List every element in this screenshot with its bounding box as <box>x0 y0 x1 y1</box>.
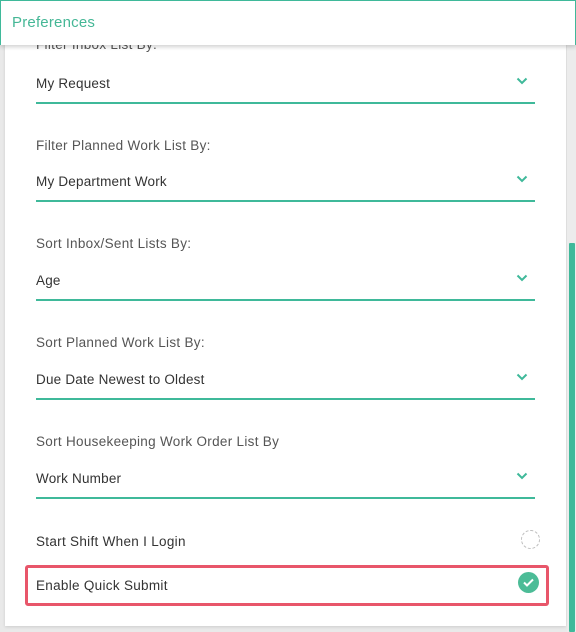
chevron-down-icon <box>516 274 528 282</box>
start-shift-checkbox[interactable] <box>521 530 540 549</box>
sort-planned-label: Sort Planned Work List By: <box>36 335 205 350</box>
app-header: Preferences <box>0 0 576 45</box>
sort-housekeeping-select[interactable]: Work Number <box>36 465 535 499</box>
chevron-down-icon <box>516 373 528 381</box>
scrollbar-thumb[interactable] <box>569 243 575 632</box>
start-shift-label: Start Shift When I Login <box>36 534 186 549</box>
sort-housekeeping-label: Sort Housekeeping Work Order List By <box>36 434 280 449</box>
sort-inbox-sent-value: Age <box>36 273 61 288</box>
page-title: Preferences <box>12 14 96 31</box>
sort-planned-select[interactable]: Due Date Newest to Oldest <box>36 366 535 400</box>
sort-inbox-sent-label: Sort Inbox/Sent Lists By: <box>36 236 192 251</box>
sort-inbox-sent-select[interactable]: Age <box>36 267 535 301</box>
chevron-down-icon <box>516 175 528 183</box>
filter-inbox-select[interactable]: My Request <box>36 70 535 104</box>
chevron-down-icon <box>516 472 528 480</box>
highlight-frame <box>25 565 549 606</box>
filter-planned-label: Filter Planned Work List By: <box>36 138 211 153</box>
start-shift-row[interactable]: Start Shift When I Login <box>26 524 546 560</box>
filter-inbox-value: My Request <box>36 76 111 91</box>
filter-planned-value: My Department Work <box>36 174 167 189</box>
sort-planned-value: Due Date Newest to Oldest <box>36 372 205 387</box>
filter-planned-select[interactable]: My Department Work <box>36 168 535 202</box>
preferences-panel: Filter Inbox List By: My Request Filter … <box>5 44 566 626</box>
chevron-down-icon <box>516 77 528 85</box>
filter-inbox-label: Filter Inbox List By: <box>36 44 158 52</box>
sort-housekeeping-value: Work Number <box>36 471 122 486</box>
